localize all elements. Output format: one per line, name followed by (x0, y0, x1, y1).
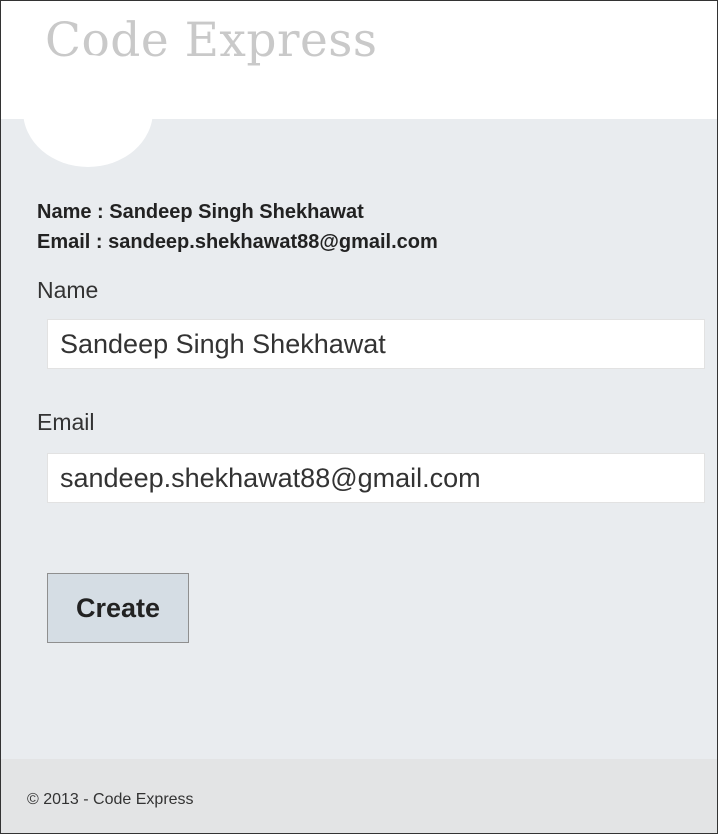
copyright-text: © 2013 - Code Express (27, 791, 194, 808)
user-summary: Name : Sandeep Singh Shekhawat Email : s… (37, 197, 438, 257)
email-label: Email (37, 409, 95, 435)
site-footer: © 2013 - Code Express (1, 759, 717, 833)
email-input[interactable] (47, 453, 705, 503)
name-label: Name (37, 277, 99, 303)
header-curve-decoration (23, 55, 153, 167)
name-input[interactable] (47, 319, 705, 369)
main-content: Name : Sandeep Singh Shekhawat Email : s… (1, 55, 717, 759)
summary-name-line: Name : Sandeep Singh Shekhawat (37, 201, 364, 223)
page-frame: Code Express Name : Sandeep Singh Shekha… (0, 0, 718, 834)
create-button[interactable]: Create (47, 573, 189, 643)
summary-email-line: Email : sandeep.shekhawat88@gmail.com (37, 231, 438, 253)
